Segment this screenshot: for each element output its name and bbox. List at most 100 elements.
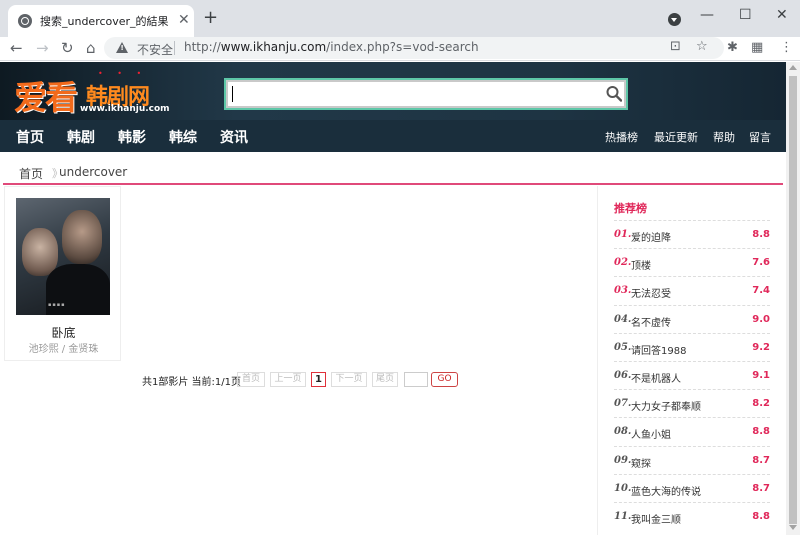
page-next-button[interactable]: 下一页 — [331, 372, 367, 387]
ranking-item[interactable]: 02. 顶楼 7.6 — [614, 248, 770, 276]
ranking-title[interactable]: 不是机器人 — [631, 370, 681, 385]
breadcrumb-home[interactable]: 首页 — [19, 165, 43, 182]
ranking-item[interactable]: 06. 不是机器人 9.1 — [614, 361, 770, 389]
search-icon[interactable] — [606, 85, 622, 103]
scroll-up-icon[interactable] — [789, 65, 797, 70]
result-poster[interactable]: ▪▪▪▪ — [16, 198, 110, 315]
logo-url-text: www.ikhanju.com — [80, 104, 170, 114]
ranking-number: 10. — [614, 482, 632, 494]
ranking-title[interactable]: 大力女子都奉顺 — [631, 398, 701, 413]
minimize-button[interactable]: — — [700, 7, 714, 23]
ranking-number: 03. — [614, 285, 632, 297]
page-current[interactable]: 1 — [311, 372, 326, 387]
nav-korean-movie[interactable]: 韩影 — [118, 127, 146, 147]
ranking-number: 05. — [614, 341, 632, 353]
back-icon[interactable]: ← — [10, 39, 23, 57]
ranking-title[interactable]: 名不虚传 — [631, 314, 671, 329]
home-icon[interactable]: ⌂ — [86, 39, 96, 57]
ranking-item[interactable]: 09. 窥探 8.7 — [614, 445, 770, 474]
nav-home[interactable]: 首页 — [16, 127, 44, 147]
ranking-title[interactable]: 我叫金三顺 — [631, 511, 681, 526]
ranking-number: 04. — [614, 313, 632, 325]
poster-caption: ▪▪▪▪ — [48, 302, 66, 308]
nav-korean-drama[interactable]: 韩剧 — [67, 127, 95, 147]
warning-icon[interactable] — [116, 42, 128, 53]
browser-toolbar: ← → ↻ ⌂ 不安全 http://www.ikhanju.com/index… — [0, 37, 800, 61]
ranking-number: 09. — [614, 454, 632, 466]
translate-icon[interactable]: ⊡ — [670, 39, 681, 54]
ranking-item[interactable]: 08. 人鱼小姐 8.8 — [614, 417, 770, 445]
page-prev-button[interactable]: 上一页 — [270, 372, 306, 387]
close-window-button[interactable]: ✕ — [776, 7, 788, 23]
ranking-score: 7.6 — [752, 257, 770, 269]
ranking-number: 07. — [614, 398, 632, 410]
ranking-item[interactable]: 05. 请回答1988 9.2 — [614, 332, 770, 361]
ranking-number: 11. — [614, 511, 632, 522]
ranking-item[interactable]: 07. 大力女子都奉顺 8.2 — [614, 389, 770, 417]
ranking-score: 8.2 — [752, 398, 770, 410]
ranking-title[interactable]: 蓝色大海的传说 — [631, 483, 701, 498]
ranking-title[interactable]: 爱的迫降 — [631, 229, 671, 244]
ranking-title[interactable]: 人鱼小姐 — [631, 426, 671, 441]
ranking-score: 8.8 — [752, 229, 770, 240]
poster-figure — [22, 228, 58, 276]
tab-title: 搜索_undercover_的結果 — [40, 15, 169, 28]
ranking-score: 8.7 — [752, 454, 770, 466]
ranking-item[interactable]: 04. 名不虚传 9.0 — [614, 304, 770, 333]
ranking-item[interactable]: 11. 我叫金三顺 8.8 — [614, 502, 770, 530]
ranking-item[interactable]: 01. 爱的迫降 8.8 — [614, 220, 770, 248]
ranking-score: 9.0 — [752, 313, 770, 325]
breadcrumb-current: undercover — [59, 165, 128, 179]
maximize-button[interactable]: ☐ — [739, 7, 752, 23]
nav-hot-list[interactable]: 热播榜 — [605, 129, 638, 145]
ranking-title[interactable]: 请回答1988 — [631, 342, 686, 357]
ranking-score: 8.7 — [752, 482, 770, 494]
breadcrumb: 首页 》 undercover — [3, 159, 783, 185]
omnibox-divider — [174, 41, 175, 55]
text-caret — [232, 86, 233, 102]
address-bar[interactable]: 不安全 http://www.ikhanju.com/index.php?s=v… — [104, 37, 724, 59]
nav-korean-variety[interactable]: 韩综 — [169, 127, 197, 147]
ranking-title[interactable]: 窥探 — [631, 455, 651, 470]
ranking-sidebar: 推荐榜 01. 爱的迫降 8.8 02. 顶楼 7.6 03. 无法忍受 7.4 04. 名不虚传 9… — [597, 186, 783, 535]
ranking-item[interactable]: 03. 无法忍受 7.4 — [614, 276, 770, 304]
ranking-score: 9.1 — [752, 370, 770, 381]
nav-guestbook[interactable]: 留言 — [749, 129, 771, 145]
url-text[interactable]: http://www.ikhanju.com/index.php?s=vod-s… — [184, 40, 479, 54]
page-scrollbar[interactable] — [786, 62, 800, 535]
ranking-score: 8.8 — [752, 426, 770, 438]
insecure-label[interactable]: 不安全 — [137, 41, 173, 58]
site-header: • • • 爱看 韩剧网 www.ikhanju.com — [0, 62, 786, 120]
scrollbar-thumb[interactable] — [789, 76, 797, 524]
search-input[interactable] — [231, 85, 591, 103]
tab-search-icon[interactable] — [668, 13, 681, 26]
nav-news[interactable]: 资讯 — [220, 127, 248, 147]
star-icon[interactable]: ☆ — [696, 39, 708, 54]
ranking-item[interactable]: 10. 蓝色大海的传说 8.7 — [614, 473, 770, 502]
scroll-down-icon[interactable] — [789, 525, 797, 530]
menu-icon[interactable]: ⋮ — [780, 40, 793, 55]
tab-close-icon[interactable]: ✕ — [178, 12, 190, 28]
browser-tab[interactable]: 搜索_undercover_的結果 ✕ — [8, 5, 194, 37]
page-go-button[interactable]: GO — [431, 372, 458, 387]
ranking-number: 01. — [614, 229, 632, 240]
ranking-score: 8.8 — [752, 511, 770, 522]
ranking-score: 9.2 — [752, 341, 770, 353]
ranking-title[interactable]: 顶楼 — [631, 257, 651, 272]
ranking-title[interactable]: 无法忍受 — [631, 285, 671, 300]
reload-icon[interactable]: ↻ — [61, 39, 74, 57]
result-title[interactable]: 卧底 — [5, 324, 122, 341]
site-search-box — [226, 80, 626, 108]
page-last-button[interactable]: 尾页 — [372, 372, 398, 387]
extensions-icon[interactable]: ✱ — [727, 40, 738, 55]
forward-icon[interactable]: → — [36, 39, 49, 57]
ranking-heading: 推荐榜 — [614, 202, 647, 215]
page-jump-input[interactable] — [404, 372, 428, 387]
logo-decoration: • • • — [98, 69, 148, 78]
result-actors: 池珍熙 / 金贤珠 — [28, 344, 99, 355]
nav-recent-updates[interactable]: 最近更新 — [654, 129, 698, 145]
profile-icon[interactable]: ▦ — [751, 40, 763, 55]
nav-help[interactable]: 帮助 — [713, 129, 735, 145]
new-tab-button[interactable]: + — [203, 9, 218, 27]
page-first-button[interactable]: 首页 — [237, 372, 265, 387]
